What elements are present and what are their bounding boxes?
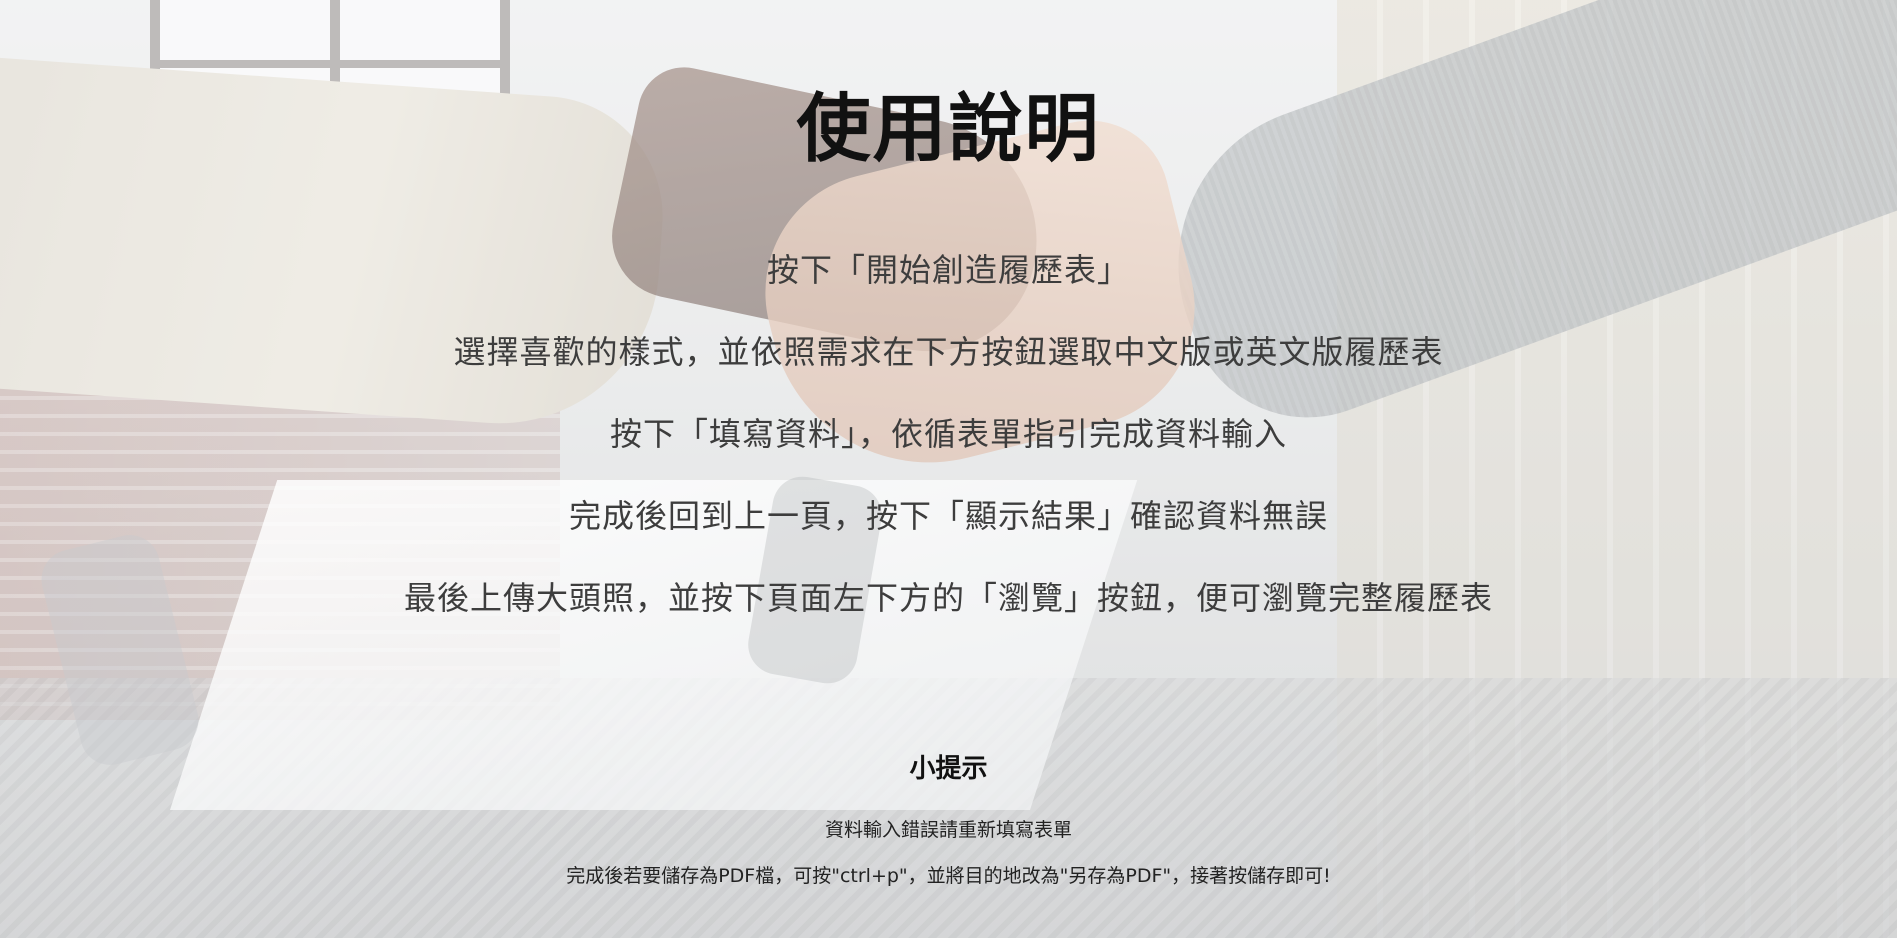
instruction-step: 完成後回到上一頁，按下「顯示結果」確認資料無誤	[568, 497, 1328, 535]
instruction-step: 按下「開始創造履歷表」	[766, 251, 1130, 289]
instruction-step: 按下「填寫資料」，依循表單指引完成資料輸入	[609, 415, 1287, 453]
instructions-section: 使用說明 按下「開始創造履歷表」 選擇喜歡的樣式，並依照需求在下方按鈕選取中文版…	[0, 0, 1897, 938]
tip-item: 完成後若要儲存為PDF檔，可按"ctrl+p"，並將目的地改為"另存為PDF"，…	[566, 865, 1331, 887]
page-title: 使用說明	[796, 86, 1101, 172]
instruction-steps: 按下「開始創造履歷表」 選擇喜歡的樣式，並依照需求在下方按鈕選取中文版或英文版履…	[0, 250, 1897, 660]
instruction-step: 最後上傳大頭照，並按下頁面左下方的「瀏覽」按鈕，便可瀏覽完整履歷表	[403, 579, 1493, 617]
tips-title: 小提示	[909, 754, 988, 784]
instruction-step: 選擇喜歡的樣式，並依照需求在下方按鈕選取中文版或英文版履歷表	[453, 333, 1444, 371]
tip-item: 資料輸入錯誤請重新填寫表單	[824, 819, 1072, 841]
